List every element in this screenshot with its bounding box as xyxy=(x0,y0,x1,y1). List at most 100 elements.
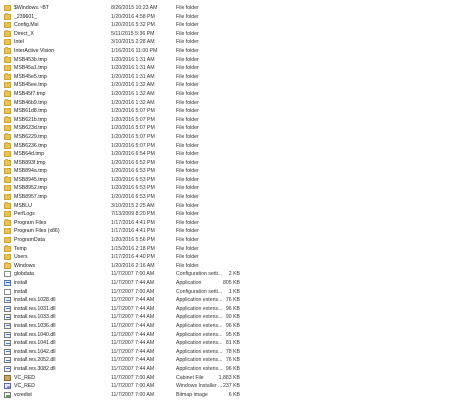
file-row[interactable]: _239601_ 1/20/2016 4:58 PM File folder xyxy=(0,13,474,22)
file-row[interactable]: install.res.1036.dll 11/7/2007 7:44 AM App… xyxy=(0,322,474,331)
file-date-modified: 1/20/2016 1:32 AM xyxy=(111,82,155,89)
file-name: VC_RED xyxy=(14,383,36,390)
file-row[interactable]: MSB8957.tmp 1/20/2016 6:53 PM File folder xyxy=(0,193,474,202)
file-type: File folder xyxy=(176,30,199,37)
file-row[interactable]: MSBLU 3/10/2015 2:25 AM File folder xyxy=(0,202,474,211)
file-name: MSB64d.tmp xyxy=(14,151,44,158)
file-row[interactable]: $Windows.~BT 8/26/2015 10:23 AM File folde… xyxy=(0,4,474,13)
file-date-modified: 1/20/2016 6:53 PM xyxy=(111,185,155,192)
file-type: File folder xyxy=(176,245,199,252)
dll-file-icon xyxy=(4,314,11,321)
file-date-modified: 11/7/2007 7:00 AM xyxy=(111,391,155,398)
folder-icon xyxy=(4,159,11,166)
file-date-modified: 11/7/2007 7:44 AM xyxy=(111,348,155,355)
file-date-modified: 1/20/2016 6:53 PM xyxy=(111,168,155,175)
dll-file-icon xyxy=(4,322,11,329)
file-name: install.res.1036.dll xyxy=(14,322,56,329)
file-type: File folder xyxy=(176,219,199,226)
file-row[interactable]: MSB453b.tmp 1/20/2016 1:31 AM File folder xyxy=(0,56,474,65)
file-name: install.res.3082.dll xyxy=(14,365,56,372)
file-date-modified: 1/20/2016 5:32 PM xyxy=(111,22,155,29)
file-size: 1,883 KB xyxy=(218,374,240,381)
file-row[interactable]: install.res.3082.dll 11/7/2007 7:44 AM App… xyxy=(0,365,474,374)
file-row[interactable]: MSB6236.tmp 1/20/2016 5:07 PM File folder xyxy=(0,142,474,151)
file-date-modified: 1/20/2016 5:07 PM xyxy=(111,125,155,132)
file-date-modified: 1/20/2016 6:54 PM xyxy=(111,151,155,158)
file-name: _239601_ xyxy=(14,13,38,20)
file-row[interactable]: MSB621b.tmp 1/20/2016 5:07 PM File folder xyxy=(0,116,474,125)
file-row[interactable]: install.res.1031.dll 11/7/2007 7:44 AM App… xyxy=(0,305,474,314)
file-date-modified: 1/20/2016 5:07 PM xyxy=(111,133,155,140)
file-row[interactable]: vcredist 11/7/2007 7:00 AM Bitmap image 6 K… xyxy=(0,391,474,400)
file-date-modified: 11/7/2007 7:44 AM xyxy=(111,357,155,364)
file-row[interactable]: install.res.1028.dll 11/7/2007 7:44 AM App… xyxy=(0,296,474,305)
file-type: File folder xyxy=(176,211,199,218)
config-file-icon xyxy=(4,271,11,278)
file-row[interactable]: ProgramData 1/20/2016 5:56 PM File folder xyxy=(0,236,474,245)
file-name: $Windows.~BT xyxy=(14,5,50,11)
file-row[interactable]: install.res.2052.dll 11/7/2007 7:44 AM App… xyxy=(0,356,474,365)
file-row[interactable]: MSB45e5.tmp 1/20/2016 1:31 AM File folder xyxy=(0,73,474,82)
file-name: install.res.2052.dll xyxy=(14,357,56,364)
file-row[interactable]: InterActive Vision 1/16/2016 11:00 PM File… xyxy=(0,47,474,56)
file-row[interactable]: install.res.1042.dll 11/7/2007 7:44 AM App… xyxy=(0,348,474,357)
file-row[interactable]: MSB893f.tmp 1/20/2016 6:52 PM File folder xyxy=(0,159,474,168)
file-row[interactable]: Users 1/17/2016 4:40 PM File folder xyxy=(0,253,474,262)
dll-file-icon xyxy=(4,348,11,355)
folder-icon xyxy=(4,253,11,261)
file-row[interactable]: MSB45a1.tmp 1/20/2016 1:31 AM File folder xyxy=(0,64,474,73)
folder-icon xyxy=(4,21,11,29)
file-row[interactable]: Program Files 1/17/2016 4:41 PM File folde… xyxy=(0,219,474,228)
file-date-modified: 11/7/2007 7:00 AM xyxy=(111,288,155,295)
folder-icon xyxy=(4,193,11,201)
file-row[interactable]: install.res.1040.dll 11/7/2007 7:44 AM App… xyxy=(0,331,474,340)
file-row[interactable]: install.res.1033.dll 11/7/2007 7:44 AM App… xyxy=(0,313,474,322)
file-row[interactable]: MSB45ee.tmp 1/20/2016 1:32 AM File folder xyxy=(0,81,474,90)
file-size: 95 KB xyxy=(225,331,240,338)
file-date-modified: 1/20/2016 1:31 AM xyxy=(111,65,155,72)
file-row[interactable]: install 11/7/2007 7:44 AM Application 805 K… xyxy=(0,279,474,288)
file-row[interactable]: PerfLogs 7/13/2009 8:20 PM File folder xyxy=(0,210,474,219)
file-name: MSB453b.tmp xyxy=(14,56,47,63)
file-row[interactable]: MSB61d8.tmp 1/20/2016 5:07 PM File folder xyxy=(0,107,474,116)
file-row[interactable]: MSB6229.tmp 1/20/2016 5:07 PM File folder xyxy=(0,133,474,142)
file-row[interactable]: VC_RED 11/7/2007 7:00 AM Windows Installer… xyxy=(0,382,474,391)
file-name: MSB45a1.tmp xyxy=(14,65,47,72)
file-row[interactable]: MSB45f7.tmp 1/20/2016 1:32 AM File folder xyxy=(0,90,474,99)
file-row[interactable]: Config.Msi 1/20/2016 5:32 PM File folder xyxy=(0,21,474,30)
file-row[interactable]: MSB623d.tmp 1/20/2016 5:07 PM File folder xyxy=(0,124,474,133)
folder-icon xyxy=(4,184,11,192)
file-row[interactable]: VC_RED 11/7/2007 7:00 AM Cabinet File 1,883… xyxy=(0,374,474,383)
file-row[interactable]: MSB64d.tmp 1/20/2016 6:54 PM File folder xyxy=(0,150,474,159)
folder-icon xyxy=(4,150,11,158)
folder-icon xyxy=(4,202,11,209)
file-row[interactable]: MSB8945.tmp 1/20/2016 6:53 PM File folder xyxy=(0,176,474,185)
file-name: Program Files (x86) xyxy=(14,228,60,235)
file-row[interactable]: MSB46b9.tmp 1/20/2016 1:32 AM File folder xyxy=(0,99,474,108)
folder-icon xyxy=(4,245,11,252)
file-row[interactable]: globdata 11/7/2007 7:00 AM Configuration s… xyxy=(0,270,474,279)
file-row[interactable]: MSB894a.tmp 1/20/2016 6:53 PM File folder xyxy=(0,167,474,176)
file-row[interactable]: MSB8952.tmp 1/20/2016 6:53 PM File folder xyxy=(0,184,474,193)
file-name: Users xyxy=(14,254,28,261)
file-size: 6 KB xyxy=(228,391,240,398)
file-name: install xyxy=(14,288,28,295)
file-row[interactable]: Windows 1/20/2016 2:16 AM File folder xyxy=(0,262,474,271)
file-row[interactable]: install 11/7/2007 7:00 AM Configuration se… xyxy=(0,288,474,297)
file-type: File folder xyxy=(176,176,199,183)
file-name: Intel xyxy=(14,39,24,46)
file-name: install.res.1033.dll xyxy=(14,314,56,321)
file-date-modified: 11/7/2007 7:44 AM xyxy=(111,322,155,329)
file-row[interactable]: install.res.1041.dll 11/7/2007 7:44 AM App… xyxy=(0,339,474,348)
file-name: Temp xyxy=(14,245,27,252)
file-row[interactable]: Temp 1/15/2016 2:18 PM File folder xyxy=(0,245,474,254)
file-row[interactable]: Intel 3/10/2015 2:28 AM File folder xyxy=(0,38,474,47)
file-name: InterActive Vision xyxy=(14,47,54,54)
file-name: MSB45f7.tmp xyxy=(14,90,46,97)
folder-icon xyxy=(4,47,11,54)
file-row[interactable]: Direct_X 5/11/2015 5:36 PM File folder xyxy=(0,30,474,39)
file-date-modified: 11/7/2007 7:44 AM xyxy=(111,305,155,312)
file-row[interactable]: Program Files (x86) 1/17/2016 4:41 PM File… xyxy=(0,227,474,236)
file-type: File folder xyxy=(176,90,199,97)
file-size: 96 KB xyxy=(225,322,240,329)
